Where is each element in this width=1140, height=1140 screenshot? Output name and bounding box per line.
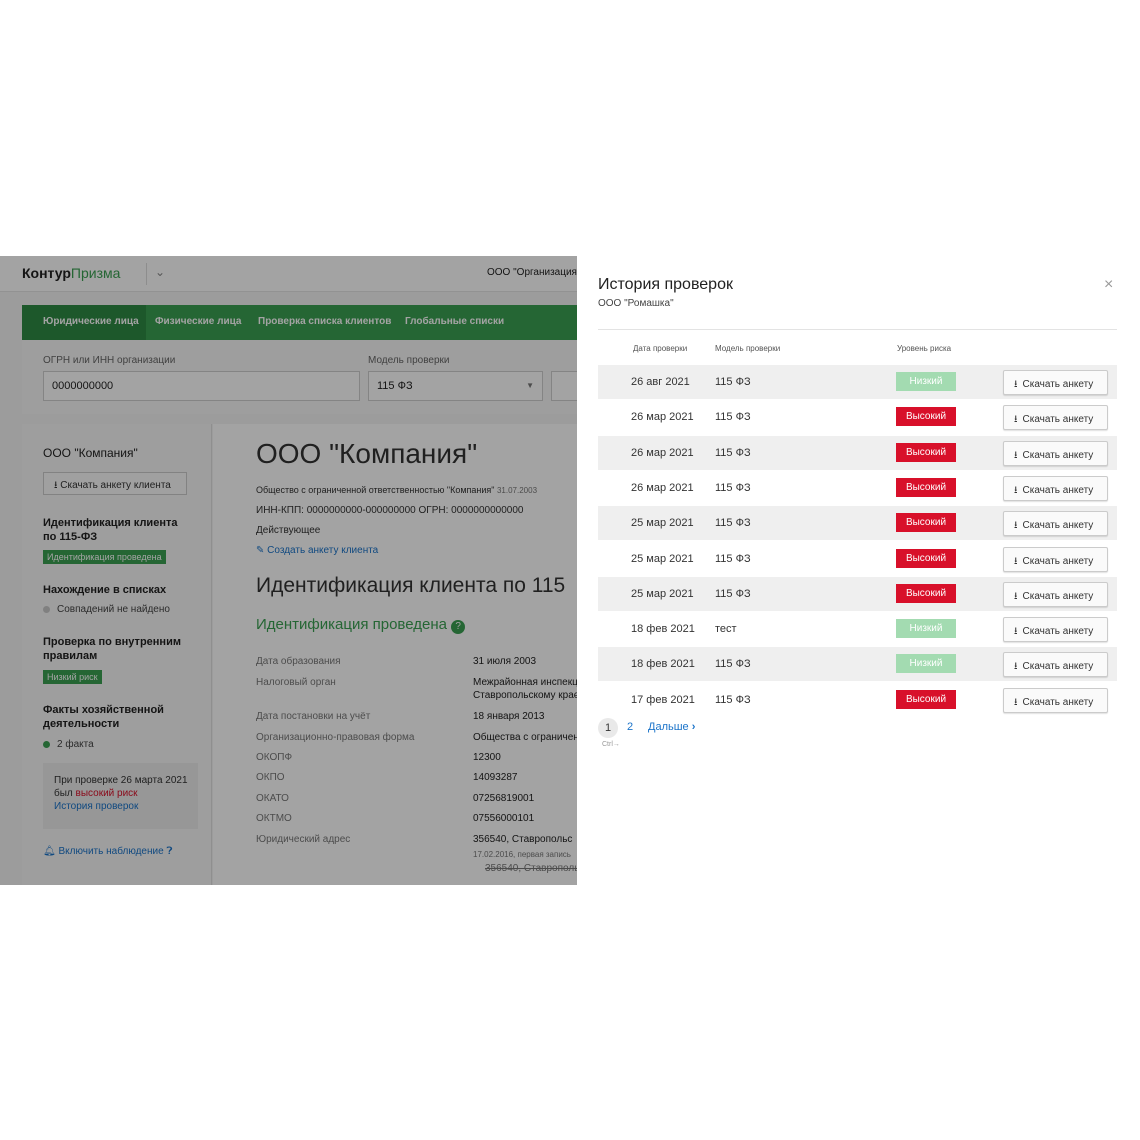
check-date: 26 авг 2021 xyxy=(631,376,690,388)
check-model: тест xyxy=(715,623,737,636)
download-icon: ⭳ xyxy=(1014,449,1018,461)
download-form-button[interactable]: ⭳ Скачать анкету xyxy=(1003,370,1108,395)
download-form-button[interactable]: ⭳ Скачать анкету xyxy=(1003,581,1108,607)
download-form-label: Скачать анкету xyxy=(1022,590,1094,602)
download-form-button[interactable]: ⭳ Скачать анкету xyxy=(1003,511,1108,537)
check-date: 26 мар 2021 xyxy=(631,481,694,494)
download-icon: ⭳ xyxy=(1014,555,1018,567)
risk-badge: Высокий xyxy=(896,477,956,497)
download-form-button[interactable]: ⭳ Скачать анкету xyxy=(1003,687,1108,713)
download-form-button[interactable]: ⭳ Скачать анкету xyxy=(1003,440,1108,466)
risk-badge: Низкий xyxy=(896,619,956,639)
download-form-label: Скачать анкету xyxy=(1022,626,1094,638)
check-date: 25 мар 2021 xyxy=(631,552,694,565)
page-1[interactable]: 1 xyxy=(598,718,618,738)
risk-badge: Высокий xyxy=(896,689,956,709)
download-icon: ⭳ xyxy=(1014,696,1018,708)
table-row: 17 фев 2021 115 ФЗ Высокий ⭳ Скачать анкету xyxy=(598,683,1117,717)
check-model: 115 ФЗ xyxy=(715,587,751,600)
download-icon: ⭳ xyxy=(1014,484,1018,496)
download-icon: ⭳ xyxy=(1014,626,1018,638)
table-row: 26 авг 2021 115 ФЗ Низкий ⭳ Скачать анкету xyxy=(598,365,1117,399)
download-form-label: Скачать анкету xyxy=(1022,520,1094,532)
check-model: 115 ФЗ xyxy=(715,376,751,388)
download-icon: ⭳ xyxy=(1014,520,1018,532)
download-form-label: Скачать анкету xyxy=(1022,449,1094,461)
download-form-button[interactable]: ⭳ Скачать анкету xyxy=(1003,546,1108,572)
check-model: 115 ФЗ xyxy=(715,411,751,424)
modal-title: История проверок xyxy=(598,276,733,293)
download-form-button[interactable]: ⭳ Скачать анкету xyxy=(1003,617,1108,643)
check-model: 115 ФЗ xyxy=(715,517,751,530)
risk-badge: Низкий xyxy=(896,654,956,674)
download-form-label: Скачать анкету xyxy=(1022,696,1094,708)
download-form-label: Скачать анкету xyxy=(1022,379,1094,390)
table-row: 25 мар 2021 115 ФЗ Высокий ⭳ Скачать анкету xyxy=(598,576,1117,611)
download-icon: ⭳ xyxy=(1014,379,1018,390)
table-row: 26 мар 2021 115 ФЗ Высокий ⭳ Скачать анкету xyxy=(598,471,1117,505)
risk-badge: Низкий xyxy=(896,372,956,391)
check-model: 115 ФЗ xyxy=(715,658,751,671)
keyboard-hint: Ctrl→ xyxy=(602,741,620,748)
download-form-button[interactable]: ⭳ Скачать анкету xyxy=(1003,405,1108,431)
risk-badge: Высокий xyxy=(896,583,956,603)
check-date: 25 мар 2021 xyxy=(631,517,694,530)
download-icon: ⭳ xyxy=(1014,590,1018,602)
table-row: 18 фев 2021 115 ФЗ Низкий ⭳ Скачать анкету xyxy=(598,647,1117,682)
download-icon: ⭳ xyxy=(1014,661,1018,673)
modal-subtitle: ООО "Ромашка" xyxy=(598,298,674,309)
table-row: 25 мар 2021 115 ФЗ Высокий ⭳ Скачать анкету xyxy=(598,506,1117,541)
next-page-label: Дальше xyxy=(648,721,689,733)
check-model: 115 ФЗ xyxy=(715,693,751,706)
column-header-date: Дата проверки xyxy=(633,344,688,353)
risk-badge: Высокий xyxy=(896,442,956,462)
column-header-model: Модель проверки xyxy=(715,344,781,353)
table-row: 26 мар 2021 115 ФЗ Высокий ⭳ Скачать анкету xyxy=(598,435,1117,470)
risk-badge: Высокий xyxy=(896,513,956,533)
check-date: 25 мар 2021 xyxy=(631,587,694,600)
table-row: 26 мар 2021 115 ФЗ Высокий ⭳ Скачать анкету xyxy=(598,400,1117,434)
page-2[interactable]: 2 xyxy=(627,721,633,733)
risk-badge: Высокий xyxy=(896,407,956,427)
check-model: 115 ФЗ xyxy=(715,446,751,459)
modal-backdrop[interactable] xyxy=(0,256,577,885)
download-form-label: Скачать анкету xyxy=(1022,661,1094,673)
download-icon: ⭳ xyxy=(1014,414,1018,426)
check-date: 26 мар 2021 xyxy=(631,446,694,459)
close-icon[interactable]: × xyxy=(1104,276,1113,294)
download-form-button[interactable]: ⭳ Скачать анкету xyxy=(1003,652,1108,678)
check-date: 26 мар 2021 xyxy=(631,411,694,424)
divider xyxy=(598,329,1117,330)
check-date: 18 фев 2021 xyxy=(631,658,695,671)
check-history-modal: История проверок ООО "Ромашка" × Дата пр… xyxy=(577,256,1140,885)
risk-badge: Высокий xyxy=(896,548,956,568)
download-form-button[interactable]: ⭳ Скачать анкету xyxy=(1003,475,1108,501)
download-form-label: Скачать анкету xyxy=(1022,555,1094,567)
column-header-risk: Уровень риска xyxy=(897,344,952,353)
check-model: 115 ФЗ xyxy=(715,552,751,565)
check-date: 17 фев 2021 xyxy=(631,693,695,706)
check-date: 18 фев 2021 xyxy=(631,623,695,636)
table-row: 25 мар 2021 115 ФЗ Высокий ⭳ Скачать анкету xyxy=(598,542,1117,576)
download-form-label: Скачать анкету xyxy=(1022,484,1094,496)
table-row: 18 фев 2021 тест Низкий ⭳ Скачать анкету xyxy=(598,612,1117,646)
check-model: 115 ФЗ xyxy=(715,481,751,494)
download-form-label: Скачать анкету xyxy=(1022,414,1094,426)
chevron-right-icon: › xyxy=(691,721,696,733)
next-page-link[interactable]: Дальше › xyxy=(648,721,695,733)
